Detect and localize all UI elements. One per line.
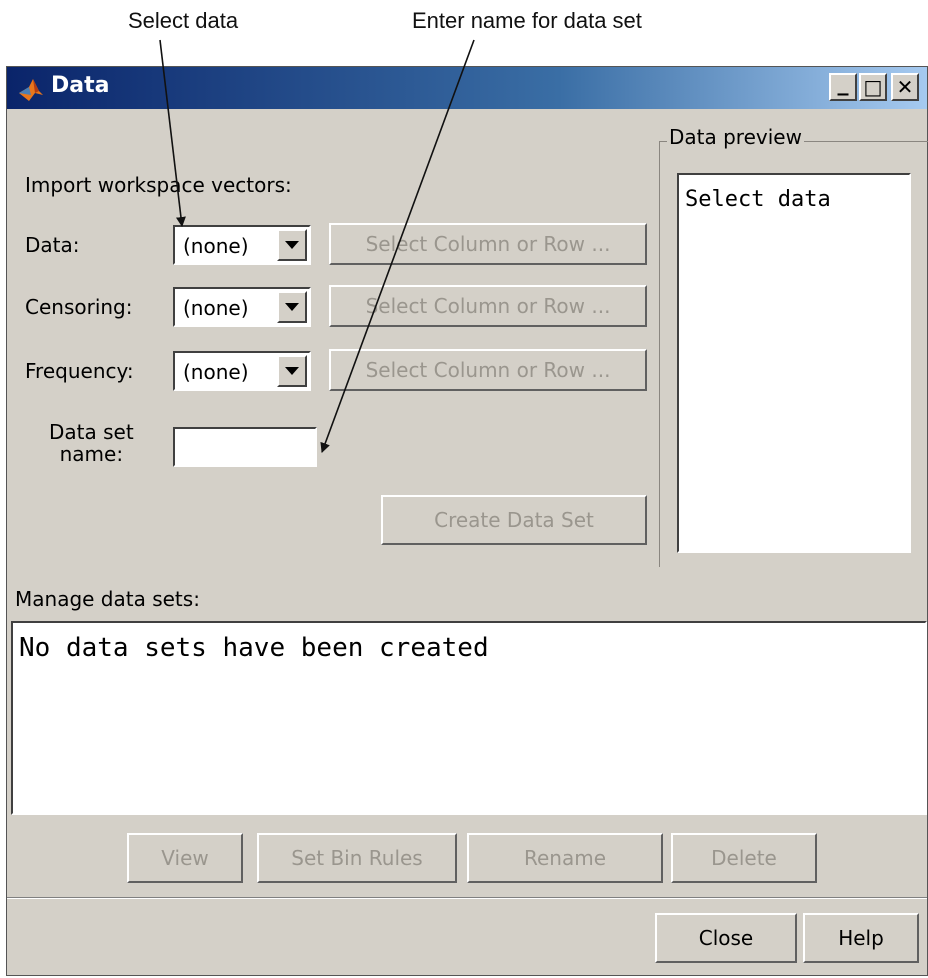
frequency-select[interactable]: (none) [173,351,311,391]
datasets-list[interactable]: No data sets have been created [11,621,927,815]
data-select[interactable]: (none) [173,225,311,265]
censoring-label: Censoring: [25,295,133,319]
rename-button[interactable]: Rename [467,833,663,883]
view-button[interactable]: View [127,833,243,883]
dataset-name-label: Data set name: [49,421,134,465]
minimize-button[interactable]: _ [829,73,857,101]
close-window-button[interactable]: ✕ [891,73,919,101]
import-heading: Import workspace vectors: [25,173,292,197]
datasets-empty-text: No data sets have been created [19,633,489,663]
minimize-icon: _ [837,71,849,96]
censoring-select-value: (none) [183,296,249,320]
callout-enter-name: Enter name for data set [412,8,642,33]
data-preview-text: Select data [685,187,831,212]
chevron-down-icon[interactable] [277,291,307,323]
window-title: Data [51,73,110,98]
matlab-logo-icon [19,79,43,101]
dataset-name-input[interactable] [173,427,317,467]
frequency-label: Frequency: [25,359,134,383]
callout-select-data: Select data [128,8,239,33]
title-bar[interactable]: Data _ □ ✕ [7,67,927,109]
footer-divider [7,897,927,899]
maximize-icon: □ [863,75,883,99]
help-button[interactable]: Help [803,913,919,963]
frequency-select-column-button[interactable]: Select Column or Row ... [329,349,647,391]
data-select-column-button[interactable]: Select Column or Row ... [329,223,647,265]
manage-heading: Manage data sets: [15,587,200,611]
set-bin-rules-button[interactable]: Set Bin Rules [257,833,457,883]
data-dialog-window: Data _ □ ✕ Import workspace vectors: Dat… [6,66,928,976]
chevron-down-icon[interactable] [277,355,307,387]
data-select-value: (none) [183,234,249,258]
maximize-button[interactable]: □ [859,73,887,101]
frequency-select-value: (none) [183,360,249,384]
close-button[interactable]: Close [655,913,797,963]
data-label: Data: [25,233,80,257]
chevron-down-icon[interactable] [277,229,307,261]
create-dataset-button[interactable]: Create Data Set [381,495,647,545]
dataset-name-label-line1: Data set [49,420,134,444]
close-icon: ✕ [896,75,914,99]
data-preview-label: Data preview [667,125,804,149]
delete-button[interactable]: Delete [671,833,817,883]
censoring-select-column-button[interactable]: Select Column or Row ... [329,285,647,327]
censoring-select[interactable]: (none) [173,287,311,327]
dataset-name-label-line2: name: [59,442,124,466]
data-preview-area: Select data [677,173,911,553]
